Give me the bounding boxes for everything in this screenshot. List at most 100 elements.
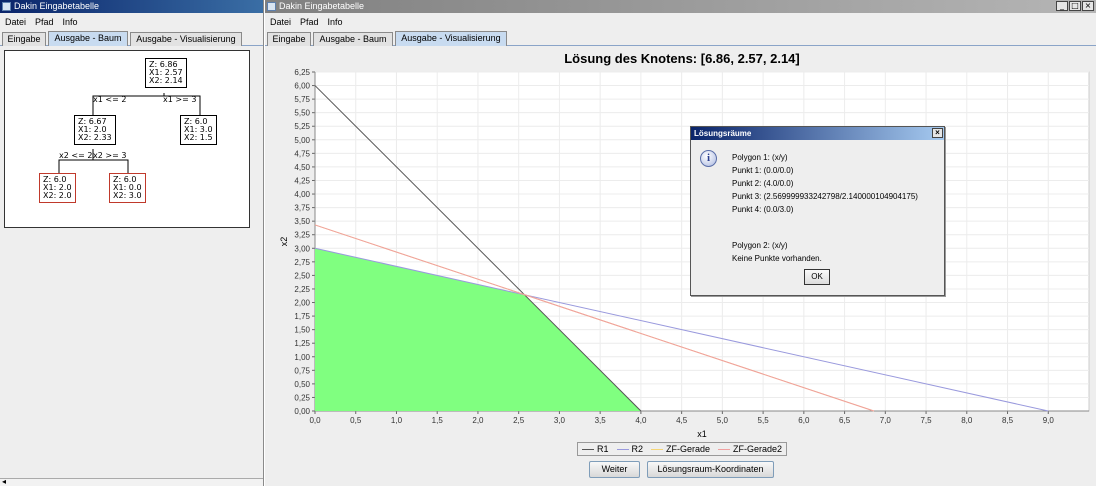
y-tick-label: 4,50 [294, 163, 310, 172]
node-x2: X2: 1.5 [184, 133, 213, 142]
menu-pfad[interactable]: Pfad [35, 17, 54, 27]
menu-datei[interactable]: Datei [270, 17, 291, 27]
legend-label: ZF-Gerade [666, 444, 711, 454]
y-tick-label: 3,50 [294, 217, 310, 226]
menu-info[interactable]: Info [63, 17, 78, 27]
tab-ausgabe-visualisierung[interactable]: Ausgabe - Visualisierung [395, 31, 507, 46]
x-tick-label: 8,5 [1002, 416, 1014, 425]
y-tick-label: 4,75 [294, 149, 310, 158]
tree-node-1[interactable]: Z: 6.67 X1: 2.0 X2: 2.33 [74, 115, 116, 145]
edge-n1-right [93, 159, 129, 173]
horizontal-scrollbar[interactable]: ◂ [0, 477, 263, 486]
tab-eingabe[interactable]: Eingabe [267, 32, 311, 46]
legend-item-zf2: ZF-Gerade2 [718, 444, 782, 454]
ok-button[interactable]: OK [804, 269, 830, 285]
menu-datei[interactable]: Datei [5, 17, 26, 27]
edge-label-n1-left: x2 <= 2 [59, 151, 93, 160]
dialog-line: Punkt 1: (0.0/0.0) [732, 166, 794, 175]
x-tick-label: 5,0 [717, 416, 729, 425]
right-window-title: Dakin Eingabetabelle [279, 1, 365, 11]
dialog-title: Lösungsräume [694, 129, 752, 138]
y-tick-label: 0,00 [294, 407, 310, 416]
y-tick-label: 4,00 [294, 190, 310, 199]
info-icon: i [700, 150, 717, 167]
x-axis-label: x1 [697, 429, 707, 439]
edge-label-right: x1 >= 3 [163, 95, 197, 104]
dialog-title-bar[interactable]: Lösungsräume × [691, 127, 944, 140]
menu-info[interactable]: Info [328, 17, 343, 27]
right-title-bar[interactable]: Dakin Eingabetabelle _ □ × [265, 0, 1096, 13]
dialog-line: Polygon 1: (x/y) [732, 153, 788, 162]
minimize-icon[interactable]: _ [1056, 1, 1068, 11]
legend-item-r1: R1 [582, 444, 609, 454]
legend-label: ZF-Gerade2 [733, 444, 783, 454]
y-tick-label: 1,50 [294, 326, 310, 335]
node-x2: X2: 2.0 [43, 191, 72, 200]
y-tick-label: 0,50 [294, 380, 310, 389]
tree-node-root[interactable]: Z: 6.86 X1: 2.57 X2: 2.14 [145, 58, 187, 88]
legend-item-zf: ZF-Gerade [651, 444, 710, 454]
tab-ausgabe-baum[interactable]: Ausgabe - Baum [48, 31, 128, 46]
x-tick-label: 2,0 [472, 416, 484, 425]
right-menubar: Datei Pfad Info [265, 14, 1096, 30]
close-icon[interactable]: × [1082, 1, 1094, 11]
tree-node-2[interactable]: Z: 6.0 X1: 3.0 X2: 1.5 [180, 115, 217, 145]
node-x2: X2: 2.14 [149, 76, 183, 85]
chart-legend: R1 R2 ZF-Gerade ZF-Gerade2 [577, 442, 788, 456]
tab-ausgabe-visualisierung[interactable]: Ausgabe - Visualisierung [130, 32, 242, 46]
y-tick-label: 1,25 [294, 339, 310, 348]
left-title-bar[interactable]: Dakin Eingabetabelle [0, 0, 263, 13]
y-tick-label: 2,50 [294, 271, 310, 280]
scroll-left-arrow-icon[interactable]: ◂ [2, 477, 6, 486]
y-tick-label: 5,25 [294, 122, 310, 131]
node-x2: X2: 3.0 [113, 191, 142, 200]
tree-panel: Z: 6.86 X1: 2.57 X2: 2.14 x1 <= 2 x1 >= … [4, 50, 250, 228]
left-tabs: Eingabe Ausgabe - Baum Ausgabe - Visuali… [0, 31, 263, 46]
maximize-icon[interactable]: □ [1069, 1, 1081, 11]
left-window-title: Dakin Eingabetabelle [14, 1, 100, 11]
x-tick-label: 3,0 [554, 416, 566, 425]
node-x2: X2: 2.33 [78, 133, 112, 142]
y-axis-label: x2 [279, 237, 289, 247]
solution-coords-button[interactable]: Lösungsraum-Koordinaten [647, 461, 774, 478]
tree-node-4[interactable]: Z: 6.0 X1: 0.0 X2: 3.0 [109, 173, 146, 203]
next-button[interactable]: Weiter [589, 461, 640, 478]
y-tick-label: 6,00 [294, 82, 310, 91]
tab-eingabe[interactable]: Eingabe [2, 32, 46, 46]
y-tick-label: 2,00 [294, 299, 310, 308]
x-tick-label: 6,0 [798, 416, 810, 425]
legend-swatch [718, 448, 731, 450]
y-tick-label: 4,25 [294, 176, 310, 185]
y-tick-label: 1,00 [294, 353, 310, 362]
chart-area: Lösung des Knotens: [6.86, 2.57, 2.14] 0… [267, 47, 1094, 486]
y-tick-label: 1,75 [294, 312, 310, 321]
legend-item-r2: R2 [616, 444, 644, 454]
y-tick-label: 5,50 [294, 109, 310, 118]
legend-swatch [651, 448, 664, 450]
y-tick-label: 3,25 [294, 231, 310, 240]
y-tick-label: 5,75 [294, 95, 310, 104]
x-tick-label: 4,0 [635, 416, 647, 425]
x-tick-label: 5,5 [758, 416, 770, 425]
edge-label-n1-right: x2 >= 3 [93, 151, 127, 160]
chart-plot: 0,0 0,5 1,0 1,5 2,0 2,5 3,0 3,5 4,0 4,5 5,0 5,5 6,0 6… [279, 68, 1090, 439]
dialog-line: Polygon 2: (x/y) [732, 241, 788, 250]
tab-ausgabe-baum[interactable]: Ausgabe - Baum [313, 32, 393, 46]
dialog-line: Keine Punkte vorhanden. [732, 254, 822, 263]
app-icon [267, 2, 276, 11]
y-tick-label: 3,00 [294, 244, 310, 253]
y-tick-label: 0,25 [294, 393, 310, 402]
x-tick-label: 0,0 [309, 416, 321, 425]
legend-swatch [616, 448, 629, 450]
y-tick-label: 3,75 [294, 204, 310, 213]
legend-label: R2 [631, 444, 644, 454]
legend-swatch [582, 448, 594, 450]
app-icon [2, 2, 11, 11]
x-tick-label: 6,5 [839, 416, 851, 425]
left-menubar: Datei Pfad Info [0, 14, 263, 30]
menu-pfad[interactable]: Pfad [300, 17, 319, 27]
dialog-line: Punkt 3: (2.569999933242798/2.1400001049… [732, 192, 918, 201]
dialog-line: Punkt 4: (0.0/3.0) [732, 205, 794, 214]
tree-node-3[interactable]: Z: 6.0 X1: 2.0 X2: 2.0 [39, 173, 76, 203]
close-icon[interactable]: × [932, 128, 943, 138]
